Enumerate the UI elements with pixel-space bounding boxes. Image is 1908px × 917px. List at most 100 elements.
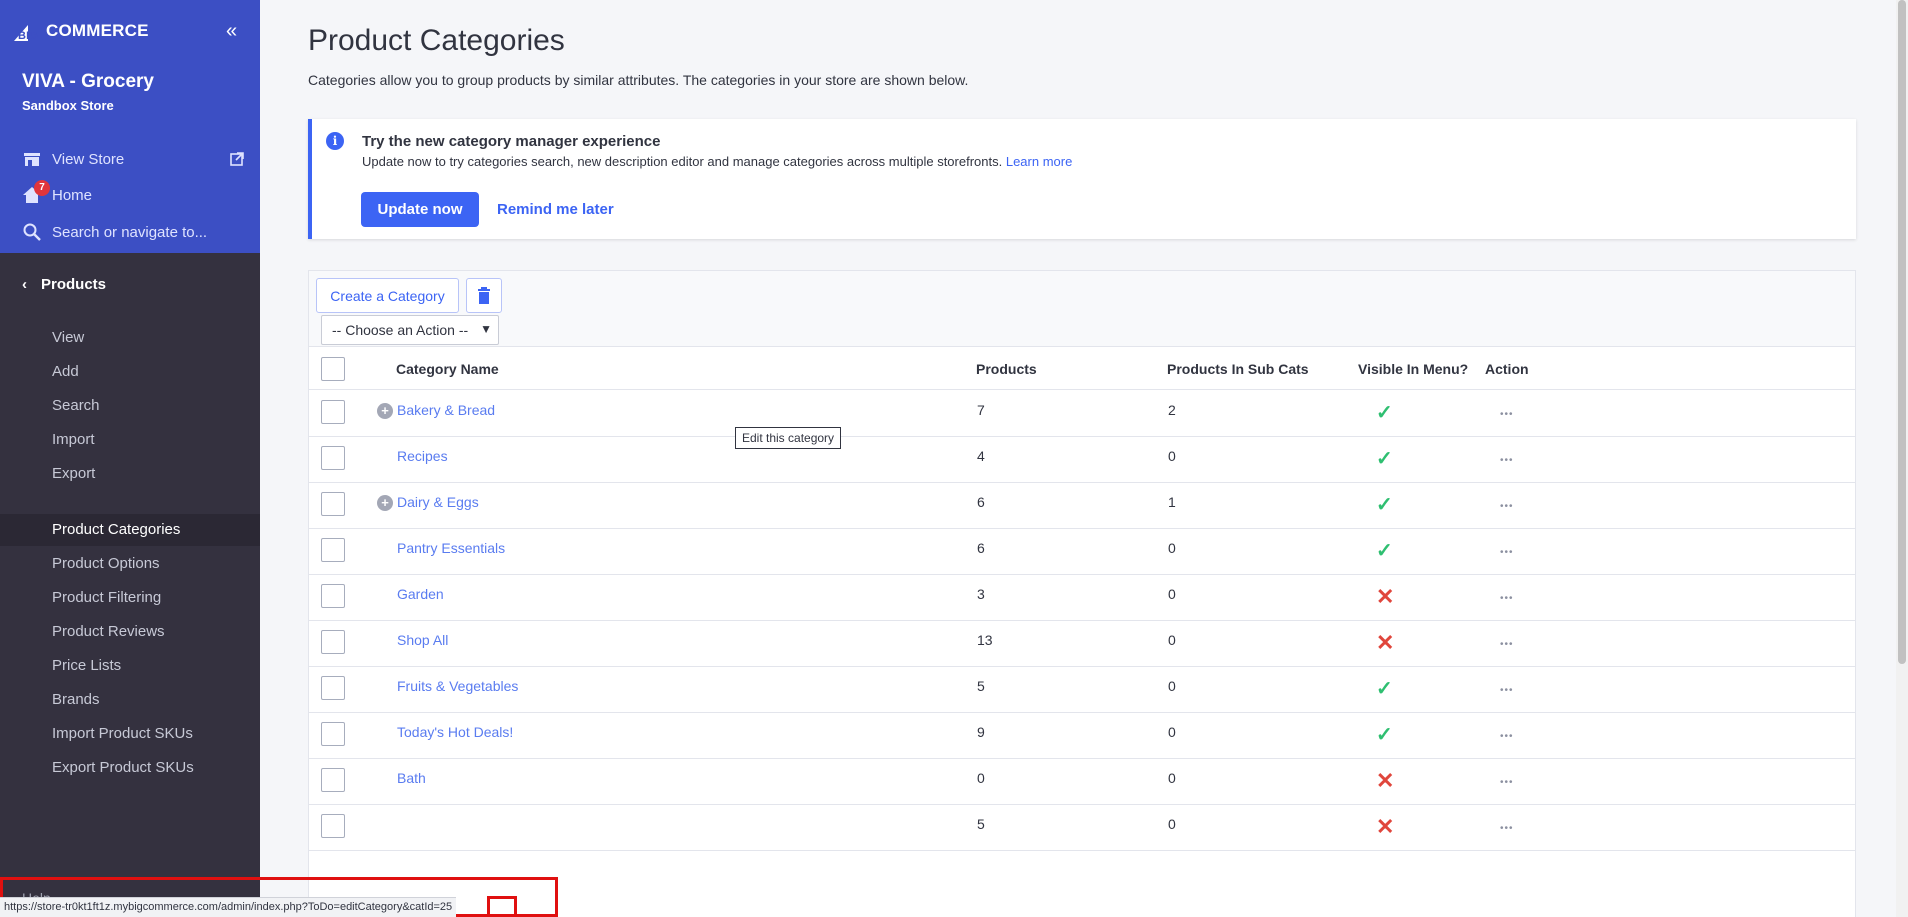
row-actions-menu-icon[interactable]: ••• [1500,409,1514,420]
visible-check-icon[interactable]: ✓ [1376,492,1393,517]
storefront-icon [24,153,40,166]
products-count: 9 [977,724,985,740]
sidebar-item-product-categories[interactable]: Product Categories [52,521,180,538]
sidebar-item-product-options[interactable]: Product Options [52,555,160,572]
category-name-link[interactable]: Recipes [397,448,448,464]
update-now-button[interactable]: Update now [361,192,479,227]
table-row: Bath 0 0 ✕ ••• [309,759,1855,805]
row-checkbox[interactable] [321,814,345,838]
learn-more-link[interactable]: Learn more [1006,154,1072,169]
expand-plus-icon[interactable]: + [377,495,393,511]
hidden-cross-icon[interactable]: ✕ [1376,814,1394,840]
view-store-link[interactable]: View Store [22,149,124,169]
sidebar-item-search[interactable]: Search [52,397,100,414]
logo-text: COMMERCE [46,21,149,40]
page-description: Categories allow you to group products b… [308,72,969,88]
visible-check-icon[interactable]: ✓ [1376,722,1393,747]
choose-action-select[interactable]: -- Choose an Action -- ▼ [321,315,499,345]
row-actions-menu-icon[interactable]: ••• [1500,823,1514,834]
table-row: Fruits & Vegetables 5 0 ✓ ••• [309,667,1855,713]
logo-prefix-text: BIG [18,30,38,41]
sidebar-item-import-product-skus[interactable]: Import Product SKUs [52,725,193,742]
page-title: Product Categories [308,24,565,57]
sidebar-header: BIG COMMERCE « VIVA - Grocery Sandbox St… [0,0,260,253]
category-name-link[interactable]: Garden [397,586,444,602]
hidden-cross-icon[interactable]: ✕ [1376,768,1394,794]
header-products[interactable]: Products [976,361,1037,377]
notice-body: Update now to try categories search, new… [362,154,1003,169]
sidebar-item-view[interactable]: View [52,329,84,346]
sidebar-item-add[interactable]: Add [52,363,79,380]
row-checkbox[interactable] [321,722,345,746]
collapse-sidebar-icon[interactable]: « [226,20,237,43]
row-actions-menu-icon[interactable]: ••• [1500,501,1514,512]
home-link[interactable]: Home [22,185,92,205]
category-manager-notice: i Try the new category manager experienc… [308,119,1856,239]
expand-plus-icon[interactable]: + [377,403,393,419]
visible-check-icon[interactable]: ✓ [1376,538,1393,563]
table-row: Today's Hot Deals! 9 0 ✓ ••• [309,713,1855,759]
category-name-link[interactable]: Dairy & Eggs [397,494,479,510]
select-all-checkbox[interactable] [321,357,345,381]
info-icon: i [326,132,344,150]
row-checkbox[interactable] [321,400,345,424]
products-count: 6 [977,540,985,556]
row-checkbox[interactable] [321,768,345,792]
edit-category-tooltip: Edit this category [735,427,842,449]
sub-cats-count: 1 [1168,494,1176,510]
row-actions-menu-icon[interactable]: ••• [1500,777,1514,788]
sidebar-item-import[interactable]: Import [52,431,95,448]
category-name-link[interactable]: Bath [397,770,426,786]
sidebar-item-brands[interactable]: Brands [52,691,100,708]
hidden-cross-icon[interactable]: ✕ [1376,630,1394,656]
external-link-icon[interactable] [229,151,245,167]
category-name-link[interactable]: Pantry Essentials [397,540,505,556]
create-category-button[interactable]: Create a Category [316,278,459,313]
page-scrollbar[interactable] [1896,0,1908,917]
sidebar-item-export-product-skus[interactable]: Export Product SKUs [52,759,194,776]
view-store-label: View Store [52,150,125,168]
header-visible-in-menu[interactable]: Visible In Menu? [1358,361,1468,377]
sidebar-item-price-lists[interactable]: Price Lists [52,657,121,674]
row-actions-menu-icon[interactable]: ••• [1500,547,1514,558]
visible-check-icon[interactable]: ✓ [1376,446,1393,471]
chevron-down-icon: ▼ [480,322,492,336]
sidebar-item-product-filtering[interactable]: Product Filtering [52,589,161,606]
table-row: + Dairy & Eggs 6 1 ✓ ••• [309,483,1855,529]
row-actions-menu-icon[interactable]: ••• [1500,639,1514,650]
scrollbar-thumb[interactable] [1898,0,1906,664]
search-navigate-input[interactable]: Search or navigate to... [22,222,207,242]
bigcommerce-logo[interactable]: BIG COMMERCE [14,18,149,44]
sub-cats-count: 0 [1168,540,1176,556]
products-count: 7 [977,402,985,418]
row-checkbox[interactable] [321,538,345,562]
row-actions-menu-icon[interactable]: ••• [1500,685,1514,696]
row-actions-menu-icon[interactable]: ••• [1500,455,1514,466]
sidebar-item-product-reviews[interactable]: Product Reviews [52,623,165,640]
row-checkbox[interactable] [321,584,345,608]
sub-cats-count: 0 [1168,448,1176,464]
hidden-cross-icon[interactable]: ✕ [1376,584,1394,610]
visible-check-icon[interactable]: ✓ [1376,400,1393,425]
header-products-in-sub-cats[interactable]: Products In Sub Cats [1167,361,1309,377]
category-name-link[interactable]: Bakery & Bread [397,402,495,418]
header-action: Action [1485,361,1529,377]
sidebar-item-export[interactable]: Export [52,465,95,482]
row-checkbox[interactable] [321,676,345,700]
delete-button[interactable] [466,278,502,313]
category-name-link[interactable]: Today's Hot Deals! [397,724,513,740]
table-row: Shop All 13 0 ✕ ••• [309,621,1855,667]
category-name-link[interactable]: Shop All [397,632,448,648]
row-actions-menu-icon[interactable]: ••• [1500,731,1514,742]
row-checkbox[interactable] [321,492,345,516]
remind-later-button[interactable]: Remind me later [497,201,614,218]
row-checkbox[interactable] [321,630,345,654]
header-category-name[interactable]: Category Name [396,361,499,377]
category-name-link[interactable]: Fruits & Vegetables [397,678,518,694]
products-section-back[interactable]: ‹ Products [22,276,106,293]
search-icon [23,223,41,241]
visible-check-icon[interactable]: ✓ [1376,676,1393,701]
main-content: Product Categories Categories allow you … [260,0,1908,917]
row-actions-menu-icon[interactable]: ••• [1500,593,1514,604]
row-checkbox[interactable] [321,446,345,470]
